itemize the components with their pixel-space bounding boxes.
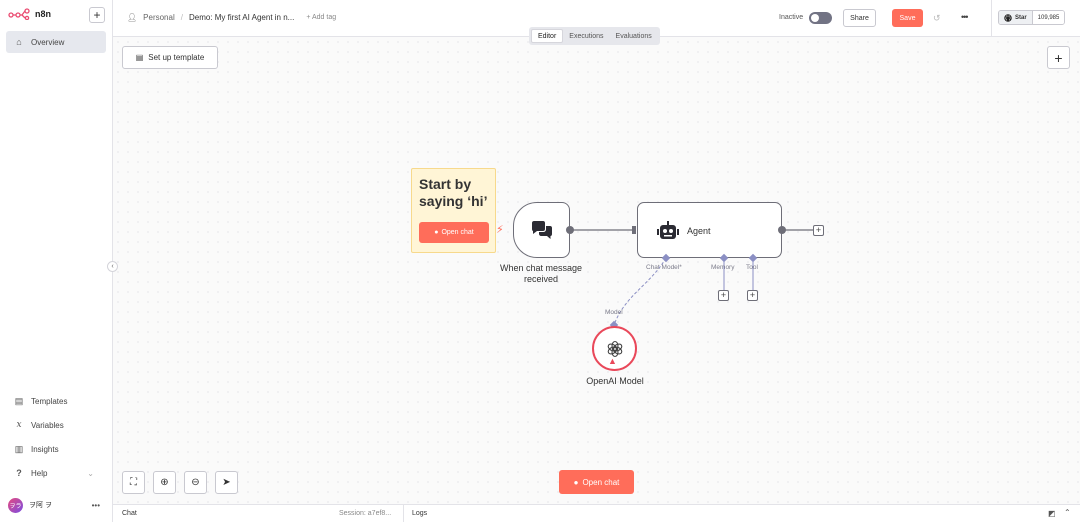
logs-panel-tab[interactable]: Logs [412,510,427,517]
sidebar-item-label: Variables [31,420,64,430]
help-icon: ? [16,468,22,478]
pointer-mode-button[interactable]: ➤ [215,471,238,494]
sticky-note[interactable]: Start by saying ‘hi’ ● Open chat [411,168,496,253]
open-chat-label: Open chat [582,477,620,487]
sidebar-item-label: Insights [31,444,59,454]
app-name: n8n [35,9,52,19]
chat-icon: ● [573,477,579,487]
chevron-down-icon: ⌄ [87,468,94,478]
avatar: ヲラ [8,497,23,513]
divider [991,0,992,37]
sidebar-item-overview[interactable]: ⌂ Overview [6,31,106,53]
add-tag-link[interactable]: + Add tag [306,14,336,21]
github-star-button[interactable]: Star 109,985 [998,10,1066,25]
sidebar-item-variables[interactable]: x Variables [6,414,106,436]
workflow-canvas[interactable] [113,37,1080,504]
chat-model-port-label: Chat Model* [646,264,682,271]
collapse-sidebar-button[interactable]: ‹ [107,261,118,272]
add-node-button[interactable]: + [1047,46,1070,69]
more-options-icon[interactable]: ••• [961,12,969,22]
tab-executions[interactable]: Executions [563,29,609,43]
cursor-icon: ➤ [222,477,231,488]
agent-output-port[interactable] [777,225,787,235]
sidebar-item-insights[interactable]: ▥ Insights [6,438,106,460]
sidebar-item-label: Overview [31,37,65,47]
divider [403,505,404,522]
memory-port[interactable] [719,253,729,263]
templates-icon: ▤ [135,53,144,62]
github-star-label: Star [999,11,1033,24]
warning-icon: ▲ [608,356,617,366]
chat-bubbles-icon [531,221,552,239]
sidebar-item-label: Help [31,468,48,478]
output-port[interactable] [565,225,575,235]
insights-icon: ▥ [14,443,24,454]
fit-view-icon: ⛶ [130,477,137,488]
status-label: Inactive [779,14,804,21]
chat-model-port[interactable] [661,253,671,263]
memory-port-label: Memory [711,264,735,271]
zoom-in-button[interactable]: ⊕ [153,471,176,494]
agent-node[interactable]: Agent [637,202,782,258]
sidebar-item-label: Templates [31,396,68,406]
model-port-label: Model [605,309,623,316]
setup-template-button[interactable]: ▤ Set up template [122,46,218,69]
openai-icon [607,340,622,357]
agent-label: Agent [687,226,711,236]
setup-template-label: Set up template [148,53,205,62]
add-next-node-button[interactable]: + [813,225,824,236]
templates-icon: ▤ [14,395,24,406]
trigger-bolt-icon: ⚡︎ [496,224,504,236]
github-icon [1004,13,1012,22]
n8n-logo[interactable]: n8n [8,8,51,20]
n8n-logo-icon [8,8,30,20]
tool-port-label: Tool [746,264,758,271]
popout-icon[interactable]: ◩ [1048,509,1056,518]
chat-panel-tab[interactable]: Chat [122,510,137,517]
robot-icon [657,221,679,239]
user-menu[interactable]: ヲラ ヲ阿 ヲ ••• [8,496,106,514]
more-icon[interactable]: ••• [92,501,100,510]
sticky-title: Start by saying ‘hi’ [419,176,488,209]
zoom-in-icon: ⊕ [160,477,169,488]
breadcrumb-project[interactable]: Personal [143,13,175,22]
openai-model-label: OpenAI Model [586,376,644,386]
open-chat-button[interactable]: ● Open chat [559,470,634,494]
breadcrumb-separator: / [180,13,183,22]
chat-icon: ● [434,229,439,236]
sidebar: n8n + ⌂ Overview ▤ Templates x Variables… [0,0,113,522]
tab-editor[interactable]: Editor [531,29,564,43]
chat-trigger-node[interactable] [513,202,570,258]
sticky-open-chat-label: Open chat [441,229,474,236]
create-new-button[interactable]: + [89,7,105,23]
user-icon: 👤︎ [127,13,138,22]
zoom-out-button[interactable]: ⊖ [184,471,207,494]
add-memory-button[interactable]: + [718,290,729,301]
chat-trigger-label: When chat message received [499,263,583,284]
tool-port[interactable] [748,253,758,263]
session-id: Session: a7ef8... [339,510,392,517]
breadcrumb: 👤︎ Personal / Demo: My first AI Agent in… [127,13,336,22]
activate-toggle[interactable] [809,12,832,24]
view-tabs: Editor Executions Evaluations [529,27,660,45]
user-name: ヲ阿 ヲ [29,502,52,509]
sidebar-item-help[interactable]: ? Help ⌄ [6,462,106,484]
history-icon[interactable]: ↺ [933,13,941,24]
fit-view-button[interactable]: ⛶ [122,471,145,494]
github-star-text: Star [1015,14,1027,21]
home-icon: ⌂ [16,37,22,47]
add-tool-button[interactable]: + [747,290,758,301]
zoom-out-icon: ⊖ [191,477,200,488]
sidebar-item-templates[interactable]: ▤ Templates [6,390,106,412]
workflow-name[interactable]: Demo: My first AI Agent in n... [189,13,294,22]
github-star-count: 109,985 [1032,11,1065,24]
logs-panel-bar: Chat Session: a7ef8... Logs ◩ ⌃ [113,504,1080,522]
chevron-up-icon[interactable]: ⌃ [1064,508,1071,517]
share-button[interactable]: Share [843,9,876,27]
save-button[interactable]: Save [892,9,923,27]
tab-evaluations[interactable]: Evaluations [610,29,658,43]
sticky-open-chat-button[interactable]: ● Open chat [419,222,489,243]
variables-icon: x [16,420,22,430]
